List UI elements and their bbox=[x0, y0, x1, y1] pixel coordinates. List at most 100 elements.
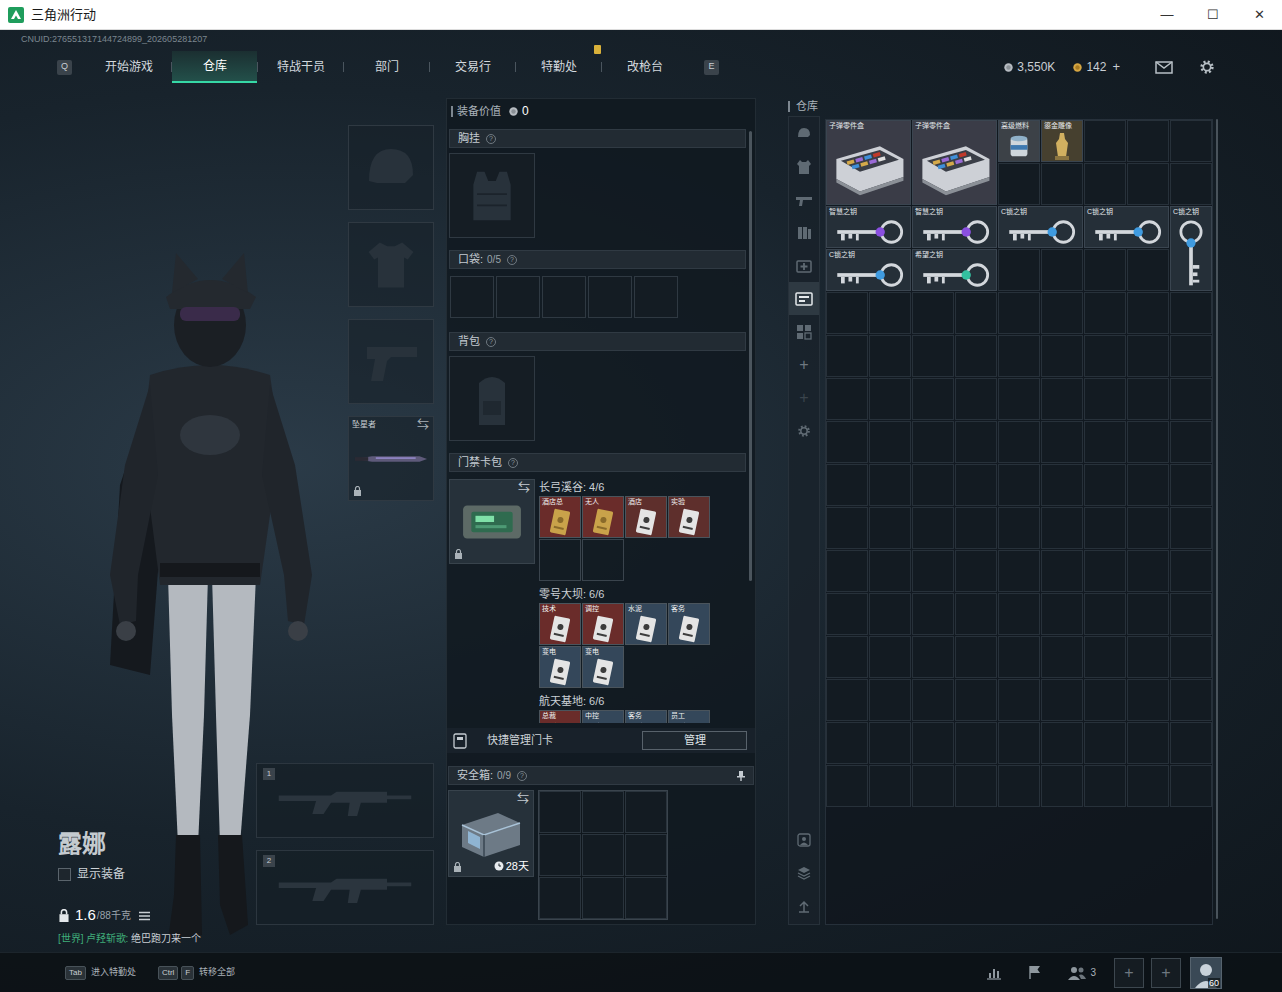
show-equipment-toggle[interactable]: 显示装备 bbox=[58, 866, 256, 882]
help-button[interactable]: ? bbox=[507, 255, 517, 265]
safe-slot[interactable] bbox=[625, 834, 667, 876]
add-storage-button[interactable]: + bbox=[789, 381, 819, 414]
safe-box-item[interactable]: ⇆28天 bbox=[448, 790, 534, 877]
manage-button[interactable]: 管理 bbox=[642, 731, 747, 750]
add-teammate-button[interactable]: + bbox=[1114, 958, 1144, 988]
keycard[interactable]: 员工 bbox=[668, 710, 710, 723]
nav-tab[interactable]: 仓库 bbox=[172, 51, 257, 83]
safe-slot[interactable] bbox=[625, 877, 667, 919]
warehouse-item[interactable]: 子弹零件盒 bbox=[826, 120, 911, 205]
next-tab-key[interactable]: E bbox=[704, 60, 719, 75]
keycard[interactable]: 水泥 bbox=[625, 603, 667, 645]
storage-tab[interactable] bbox=[789, 315, 819, 348]
help-button[interactable]: ? bbox=[517, 771, 527, 781]
keycard[interactable]: 实验 bbox=[668, 496, 710, 538]
nav-tab[interactable]: 开始游戏 bbox=[86, 51, 171, 83]
warehouse-item[interactable]: C锁之钥 bbox=[1084, 206, 1169, 248]
operator-storage-icon[interactable] bbox=[789, 823, 819, 856]
close-button[interactable]: ✕ bbox=[1236, 0, 1282, 30]
pocket-slot[interactable] bbox=[542, 276, 586, 318]
warehouse-item[interactable]: C锁之钥 bbox=[826, 249, 911, 291]
keycard[interactable]: 客务 bbox=[625, 710, 667, 723]
keycard[interactable]: 酒店总 bbox=[539, 496, 581, 538]
warehouse-scrollbar[interactable] bbox=[1216, 119, 1218, 919]
add-currency-button[interactable]: + bbox=[1112, 57, 1120, 77]
help-button[interactable]: ? bbox=[486, 134, 496, 144]
prev-tab-key[interactable]: Q bbox=[57, 60, 72, 75]
warehouse-item[interactable]: 希望之钥 bbox=[912, 249, 997, 291]
storage-tab[interactable] bbox=[789, 249, 819, 282]
settings-gear-icon[interactable] bbox=[1199, 59, 1215, 75]
pocket-slot[interactable] bbox=[450, 276, 494, 318]
pocket-slot[interactable] bbox=[634, 276, 678, 318]
nav-tab[interactable]: 特战干员 bbox=[258, 51, 343, 83]
nav-tab[interactable]: 部门 bbox=[344, 51, 429, 83]
warehouse-item[interactable]: 智慧之钥 bbox=[912, 206, 997, 248]
swap-button[interactable]: ⇆ bbox=[518, 481, 530, 495]
help-button[interactable]: ? bbox=[486, 337, 496, 347]
stats-chart-icon[interactable] bbox=[986, 966, 1002, 980]
storage-tab[interactable] bbox=[789, 117, 819, 150]
storage-settings-gear-icon[interactable] bbox=[789, 414, 819, 447]
squad-button[interactable]: 3 bbox=[1068, 965, 1096, 980]
safe-slot[interactable] bbox=[582, 791, 624, 833]
add-storage-button[interactable]: + bbox=[789, 348, 819, 381]
keycard[interactable]: 调控 bbox=[582, 603, 624, 645]
key-hint[interactable]: CtrlF转移全部 bbox=[158, 966, 235, 980]
keycard[interactable]: 中控 bbox=[582, 710, 624, 723]
scrollbar-thumb[interactable] bbox=[749, 131, 752, 581]
warehouse-item[interactable]: 智慧之钥 bbox=[826, 206, 911, 248]
sort-upload-icon[interactable] bbox=[789, 889, 819, 922]
safe-slot[interactable] bbox=[582, 834, 624, 876]
warehouse-item[interactable]: C锁之钥 bbox=[1170, 206, 1212, 291]
keycard-case-item[interactable]: ⇆ bbox=[449, 479, 535, 564]
storage-tab[interactable] bbox=[789, 183, 819, 216]
armor-slot[interactable] bbox=[348, 222, 434, 307]
pistol-slot[interactable] bbox=[348, 319, 434, 404]
nav-tab[interactable]: 特勤处 bbox=[516, 51, 601, 83]
warehouse-item[interactable]: C锁之钥 bbox=[998, 206, 1083, 248]
safe-slot[interactable] bbox=[539, 834, 581, 876]
checkbox[interactable] bbox=[58, 868, 71, 881]
warehouse-item[interactable]: 子弹零件盒 bbox=[912, 120, 997, 205]
stack-items-icon[interactable] bbox=[789, 856, 819, 889]
key-hint[interactable]: Tab进入特勤处 bbox=[65, 966, 136, 980]
keycard[interactable]: 变电 bbox=[539, 646, 581, 688]
safe-slot[interactable] bbox=[582, 877, 624, 919]
storage-tab[interactable] bbox=[789, 216, 819, 249]
storage-tab[interactable] bbox=[789, 282, 819, 315]
swap-button[interactable]: ⇆ bbox=[517, 792, 529, 806]
list-icon[interactable] bbox=[139, 911, 150, 921]
minimize-button[interactable]: — bbox=[1144, 0, 1190, 30]
helmet-slot[interactable] bbox=[348, 125, 434, 210]
keycard[interactable]: 无人 bbox=[582, 496, 624, 538]
keycard[interactable]: 客务 bbox=[668, 603, 710, 645]
keycard[interactable]: 酒店 bbox=[625, 496, 667, 538]
keycard[interactable]: 总裁 bbox=[539, 710, 581, 723]
safe-slot[interactable] bbox=[539, 877, 581, 919]
flag-icon[interactable] bbox=[1028, 965, 1042, 980]
weapon-slot[interactable]: 2 bbox=[256, 850, 434, 925]
storage-tab[interactable] bbox=[789, 150, 819, 183]
melee-slot[interactable]: 坠星者⇆ bbox=[348, 416, 434, 501]
backpack-slot[interactable] bbox=[449, 356, 535, 441]
keycard[interactable]: 变电 bbox=[582, 646, 624, 688]
warehouse-item[interactable]: 鎏金雕像 bbox=[1041, 120, 1083, 162]
mail-icon[interactable] bbox=[1155, 61, 1173, 74]
nav-tab[interactable]: 改枪台 bbox=[602, 51, 687, 83]
warehouse-item[interactable]: 高级燃料 bbox=[998, 120, 1040, 162]
pocket-slot[interactable] bbox=[496, 276, 540, 318]
pin-icon[interactable] bbox=[737, 771, 745, 781]
safe-slot[interactable] bbox=[539, 791, 581, 833]
nav-tab[interactable]: 交易行 bbox=[430, 51, 515, 83]
weapon-slot[interactable]: 1 bbox=[256, 763, 434, 838]
chest-rig-slot[interactable] bbox=[449, 153, 535, 238]
keycard[interactable]: 技术 bbox=[539, 603, 581, 645]
swap-button[interactable]: ⇆ bbox=[417, 418, 429, 432]
help-button[interactable]: ? bbox=[508, 458, 518, 468]
maximize-button[interactable]: ☐ bbox=[1190, 0, 1236, 30]
safe-slot[interactable] bbox=[625, 791, 667, 833]
pocket-slot[interactable] bbox=[588, 276, 632, 318]
add-teammate-button[interactable]: + bbox=[1151, 958, 1181, 988]
player-avatar[interactable]: 60 bbox=[1190, 957, 1222, 989]
